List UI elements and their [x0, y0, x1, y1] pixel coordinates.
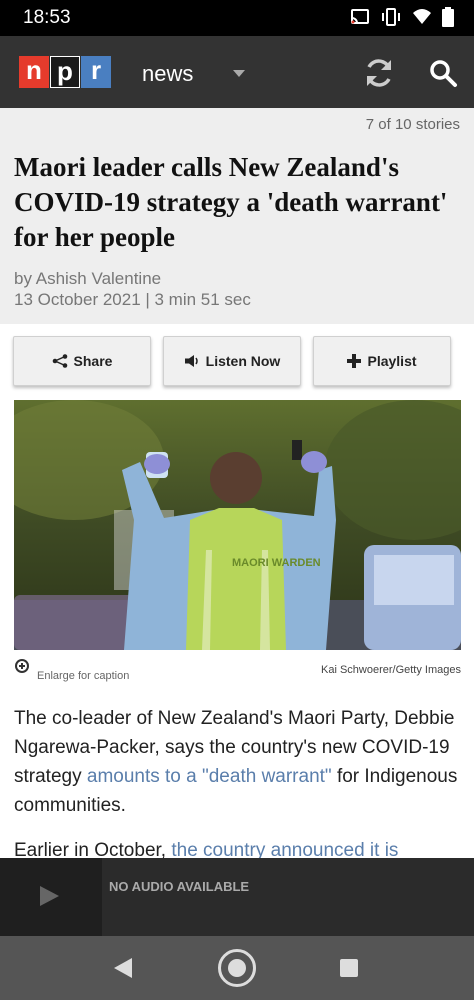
share-icon — [52, 354, 67, 368]
logo-letter-p: p — [50, 56, 80, 88]
audio-player-bar: NO AUDIO AVAILABLE — [0, 858, 474, 936]
status-bar: 18:53 — [0, 0, 474, 36]
story-counter: 7 of 10 stories — [365, 116, 460, 133]
byline: by Ashish Valentine 13 October 2021 | 3 … — [14, 268, 251, 310]
plus-icon — [347, 354, 362, 368]
headline: Maori leader calls New Zealand's COVID-1… — [14, 152, 448, 252]
author[interactable]: by Ashish Valentine — [14, 268, 251, 289]
status-time: 18:53 — [23, 7, 71, 28]
story-meta: 13 October 2021 | 3 min 51 sec — [14, 290, 251, 309]
story-photo[interactable]: MAORI WARDEN — [14, 400, 461, 650]
recents-icon[interactable] — [340, 959, 358, 977]
vest-text: MAORI WARDEN — [232, 557, 321, 569]
play-button[interactable] — [0, 858, 102, 936]
play-icon — [40, 886, 59, 906]
share-label: Share — [73, 353, 113, 369]
home-icon[interactable] — [218, 949, 256, 987]
refresh-icon[interactable] — [362, 56, 396, 90]
caption-row: Enlarge for caption Kai Schwoerer/Getty … — [14, 656, 461, 686]
share-button[interactable]: Share — [13, 336, 151, 386]
audio-status: NO AUDIO AVAILABLE — [109, 879, 250, 894]
article-body: The co-leader of New Zealand's Maori Par… — [14, 704, 460, 881]
chevron-down-icon[interactable] — [233, 70, 245, 77]
app-bar: n p r news — [0, 36, 474, 108]
search-icon[interactable] — [428, 58, 458, 88]
section-selector[interactable]: news — [142, 61, 193, 87]
wifi-icon — [413, 9, 431, 24]
battery-icon — [442, 7, 454, 27]
death-warrant-link[interactable]: amounts to a "death warrant" — [87, 766, 332, 787]
back-icon[interactable] — [114, 958, 132, 978]
logo-letter-n: n — [19, 56, 49, 88]
enlarge-caption-link[interactable]: Enlarge for caption — [37, 670, 129, 682]
cast-icon — [351, 9, 369, 24]
playlist-label: Playlist — [367, 353, 417, 369]
listen-label: Listen Now — [205, 353, 281, 369]
photo-credit: Kai Schwoerer/Getty Images — [320, 664, 461, 676]
listen-now-button[interactable]: Listen Now — [163, 336, 301, 386]
enlarge-icon[interactable] — [14, 658, 32, 676]
system-nav-bar — [0, 936, 474, 1000]
vibrate-icon — [382, 8, 400, 26]
photo-illustration: MAORI WARDEN — [14, 400, 461, 650]
logo-letter-r: r — [81, 56, 111, 88]
playlist-button[interactable]: Playlist — [313, 336, 451, 386]
status-icons — [350, 7, 454, 27]
paragraph-1: The co-leader of New Zealand's Maori Par… — [14, 704, 460, 820]
speaker-icon — [184, 355, 198, 367]
story-header: 7 of 10 stories Maori leader calls New Z… — [0, 108, 474, 324]
npr-logo[interactable]: n p r — [19, 56, 112, 88]
